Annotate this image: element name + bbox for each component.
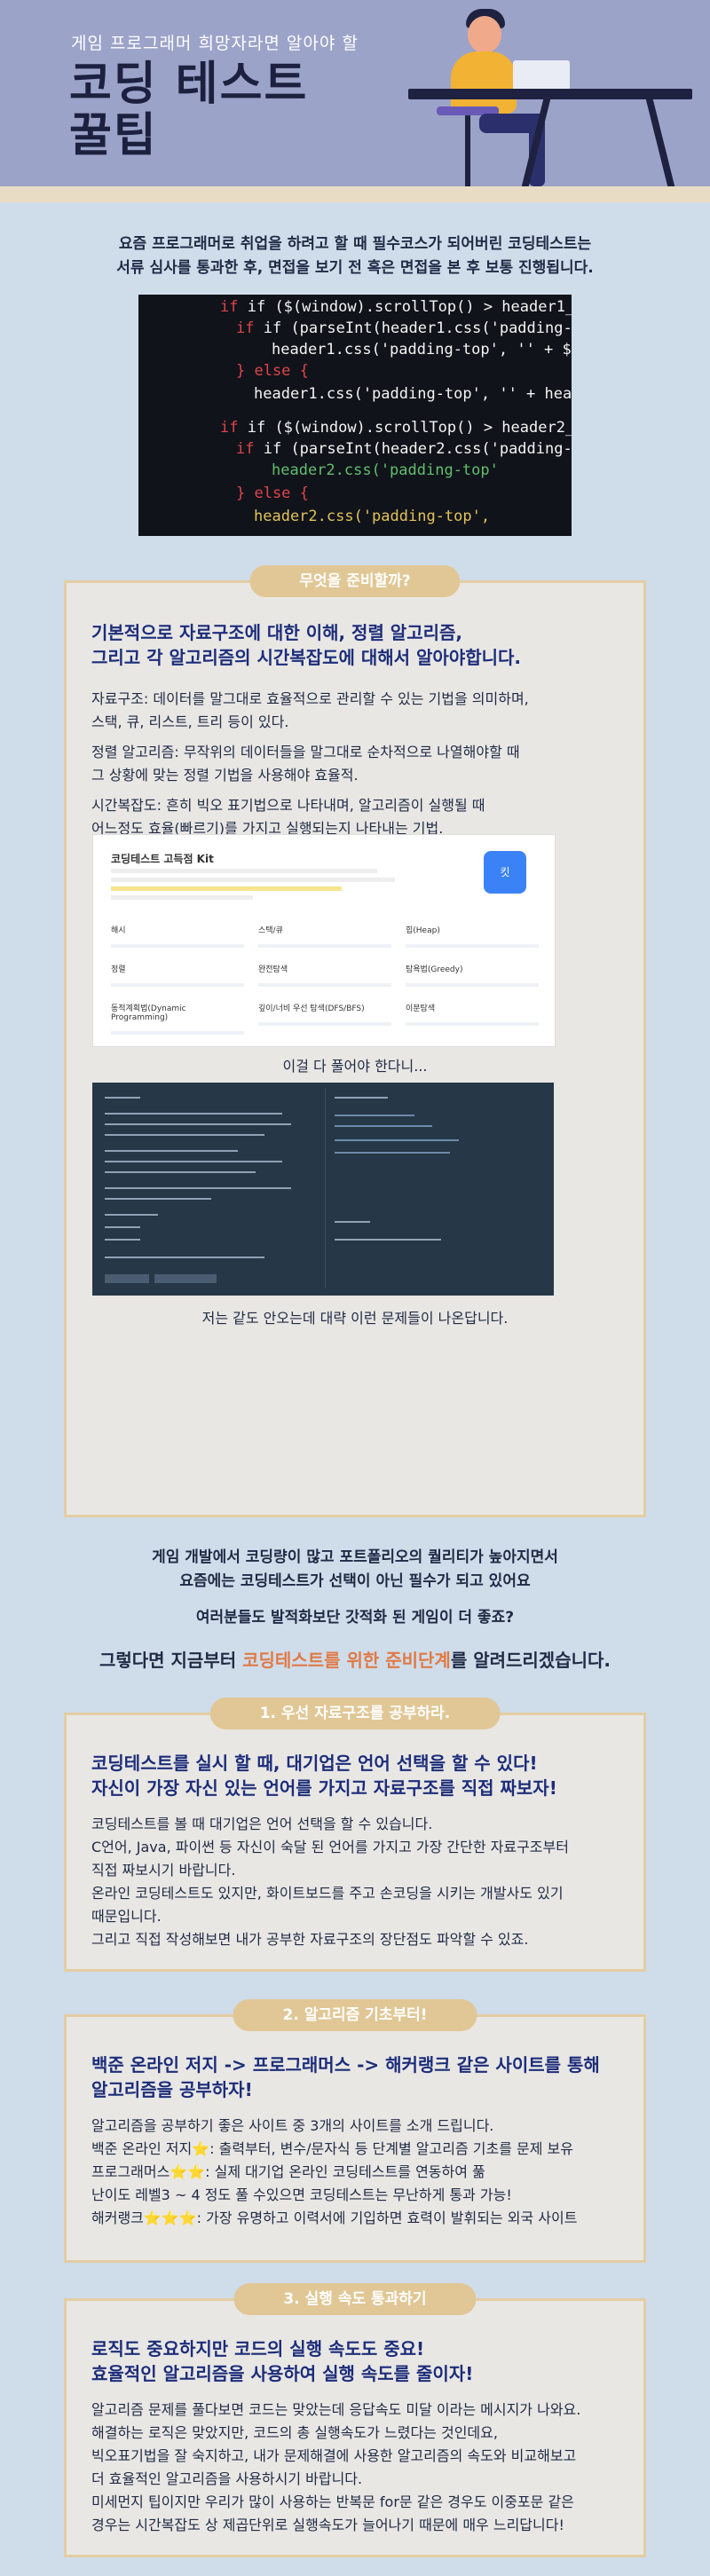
- kit-title: 코딩테스트 고득점 Kit: [111, 853, 214, 865]
- intro-line: 요즘 프로그래머로 취업을 하려고 할 때 필수코스가 되어버린 코딩테스트는: [118, 235, 592, 253]
- caption-problem: 저는 같도 안오는데 대략 이런 문제들이 나온답니다.: [201, 1310, 509, 1327]
- heading-line: 알고리즘을 공부하자!: [91, 2079, 253, 2100]
- card-step2-pill: 2. 알고리즘 기초부터!: [233, 1999, 477, 2031]
- middle-callout: 그렇다면 지금부터 코딩테스트를 위한 준비단계를 알려드리겠습니다.: [99, 1650, 611, 1671]
- code-line: if if ($(window).scrollTop() > header2_i…: [220, 419, 572, 437]
- body-line: 해커랭크⭐⭐⭐: 가장 유명하고 이력서에 기입하면 효력이 발휘되는 외국 사…: [91, 2210, 578, 2226]
- heading-line: 백준 온라인 저지 -> 프로그래머스 -> 해커랭크 같은 사이트를 통해: [91, 2054, 600, 2076]
- code-line: header1.css('padding-top', '' + $(window…: [272, 341, 572, 358]
- card-step1-heading: 코딩테스트를 실시 할 때, 대기업은 언어 선택을 할 수 있다! 자신이 가…: [91, 1751, 619, 1800]
- card-step1-body: 코딩테스트를 볼 때 대기업은 언어 선택을 할 수 있습니다. C언어, Ja…: [91, 1813, 619, 1951]
- code-line: header2.css('padding-top',: [254, 508, 491, 525]
- code-line: if if (parseInt(header1.css('padding-top…: [236, 319, 572, 337]
- code-line: header1.css('padding-top', '' + header1_…: [254, 385, 572, 403]
- body-line: 경우는 시간복잡도 상 제곱단위로 실행속도가 늘어나기 때문에 매우 느리답니…: [91, 2517, 564, 2533]
- code-line: header2.css('padding-top': [272, 461, 499, 479]
- kit-item[interactable]: 동적계획법(Dynamic Programming): [111, 1002, 244, 1050]
- body-line: 더 효율적인 알고리즘을 사용하시기 바랍니다.: [91, 2470, 363, 2487]
- highlight-text: 코딩테스트를 위한 준비단계: [242, 1650, 451, 1671]
- body-line: 알고리즘 문제를 풀다보면 코드는 맞았는데 응답속도 미달 이라는 메시지가 …: [91, 2401, 581, 2418]
- card-step2-heading: 백준 온라인 저지 -> 프로그래머스 -> 해커랭크 같은 사이트를 통해 알…: [91, 2052, 619, 2102]
- code-line: } else {: [236, 362, 309, 380]
- code-editor-pane[interactable]: [325, 1088, 548, 1288]
- paragraph-data-structure: 자료구조: 데이터를 말그대로 효율적으로 관리할 수 있는 기법을 의미하며,…: [91, 690, 529, 730]
- middle-line: 게임 개발에서 코딩량이 많고 포트폴리오의 퀄리티가 높아지면서: [152, 1548, 558, 1566]
- body-line: 알고리즘을 공부하기 좋은 사이트 중 3개의 사이트를 소개 드립니다.: [91, 2117, 494, 2134]
- body-line: 백준 온라인 저지⭐: 출력부터, 변수/문자식 등 단계별 알고리즘 기초를 …: [91, 2140, 573, 2157]
- person-head: [468, 16, 501, 53]
- body-line: 해결하는 로직은 맞았지만, 코드의 총 실행속도가 느렸다는 것인데요,: [91, 2424, 498, 2441]
- heading-line: 기본적으로 자료구조에 대한 이해, 정렬 알고리즘,: [91, 622, 463, 643]
- desk-leg: [645, 99, 675, 186]
- card-step3-heading: 로직도 중요하지만 코드의 실행 속도도 중요! 효율적인 알고리즘을 사용하여…: [91, 2336, 619, 2386]
- body-line: 직접 짜보시기 바랍니다.: [91, 1862, 236, 1879]
- heading-line: 그리고 각 알고리즘의 시간복잡도에 대해서 알아야합니다.: [91, 647, 522, 668]
- body-line: 빅오표기법을 잘 숙지하고, 내가 문제해결에 사용한 알고리즘의 속도와 비교…: [91, 2447, 577, 2464]
- middle-text: 게임 개발에서 코딩량이 많고 포트폴리오의 퀄리티가 높아지면서 요즘에는 코…: [0, 1546, 710, 1594]
- card-step1-pill: 1. 우선 자료구조를 공부하라.: [209, 1698, 501, 1729]
- card-step3-pill: 3. 실행 속도 통과하기: [233, 2283, 477, 2315]
- body-line: 코딩테스트를 볼 때 대기업은 언어 선택을 할 수 있습니다.: [91, 1816, 433, 1832]
- card-step3: 3. 실행 속도 통과하기 로직도 중요하지만 코드의 실행 속도도 중요! 효…: [64, 2283, 646, 2557]
- caption-kit: 이걸 다 풀어야 한다니...: [282, 1058, 428, 1075]
- hero-title: 코딩 테스트 꿀팁: [69, 59, 308, 161]
- hero-banner: 게임 프로그래머 희망자라면 알아야 할 코딩 테스트 꿀팁: [0, 0, 710, 186]
- card-step2-body: 알고리즘을 공부하기 좋은 사이트 중 3개의 사이트를 소개 드립니다. 백준…: [91, 2115, 619, 2230]
- body-line: C언어, Java, 파이썬 등 자신이 숙달 된 언어를 가지고 가장 간단한…: [91, 1839, 569, 1855]
- heading-line: 로직도 중요하지만 코드의 실행 속도도 중요!: [91, 2338, 425, 2359]
- code-line: } else {: [236, 484, 309, 502]
- kit-screenshot: 코딩테스트 고득점 Kit 킷 해시 스택/큐 힙(Heap) 정렬 완전탐색 …: [92, 834, 556, 1047]
- middle-question: 여러분들도 발적화보단 갓적화 된 게임이 더 좋죠?: [195, 1609, 515, 1627]
- code-line: if if (parseInt(header2.css('padding-top…: [236, 440, 572, 458]
- card-prep-body: 자료구조: 데이터를 말그대로 효율적으로 관리할 수 있는 기법을 의미하며,…: [91, 688, 619, 847]
- heading-line: 자신이 가장 자신 있는 언어를 가지고 자료구조를 직접 짜보자!: [91, 1777, 557, 1799]
- chair-leg: [465, 115, 470, 186]
- body-line: 그리고 직접 작성해보면 내가 공부한 자료구조의 장단점도 파악할 수 있죠.: [91, 1931, 529, 1948]
- hint-button[interactable]: [154, 1274, 217, 1283]
- question-button[interactable]: [105, 1274, 149, 1283]
- problem-screenshot: [92, 1083, 554, 1296]
- card-step2: 2. 알고리즘 기초부터! 백준 온라인 저지 -> 프로그래머스 -> 해커랭…: [64, 1999, 646, 2263]
- hero-bottom-strip: [0, 186, 710, 202]
- body-line: 때문입니다.: [91, 1908, 162, 1925]
- intro-line: 서류 심사를 통과한 후, 면접을 보기 전 혹은 면접을 본 후 보통 진행됩…: [116, 259, 594, 277]
- body-line: 프로그래머스⭐⭐: 실제 대기업 온라인 코딩테스트를 연동하여 풂: [91, 2163, 485, 2180]
- hero-title-line2: 꿀팁: [69, 109, 158, 162]
- person-body: [451, 51, 517, 114]
- hero-kicker: 게임 프로그래머 희망자라면 알아야 할: [71, 34, 359, 53]
- kit-logo: 킷: [484, 851, 526, 894]
- intro-text: 요즘 프로그래머로 취업을 하려고 할 때 필수코스가 되어버린 코딩테스트는 …: [0, 232, 710, 280]
- kit-item[interactable]: 이분탐색: [406, 1002, 539, 1050]
- card-step1: 1. 우선 자료구조를 공부하라. 코딩테스트를 실시 할 때, 대기업은 언어…: [64, 1698, 646, 1972]
- body-line: 난이도 레벨3 ~ 4 정도 풀 수있으면 코딩테스트는 무난하게 통과 가능!: [91, 2186, 512, 2203]
- heading-line: 효율적인 알고리즘을 사용하여 실행 속도를 줄이자!: [91, 2363, 474, 2384]
- hero-title-line1: 코딩 테스트: [69, 58, 309, 111]
- laptop-icon: [513, 60, 570, 91]
- body-line: 온라인 코딩테스트도 있지만, 화이트보드를 주고 손코딩을 시키는 개발사도 …: [91, 1885, 564, 1902]
- paragraph-sorting: 정렬 알고리즘: 무작위의 데이터들을 말그대로 순차적으로 나열해야할 때그 …: [91, 744, 520, 784]
- card-prep-pill: 무엇을 준비할까?: [249, 565, 461, 597]
- card-step3-body: 알고리즘 문제를 풀다보면 코드는 맞았는데 응답속도 미달 이라는 메시지가 …: [91, 2399, 619, 2537]
- kit-description: [111, 869, 413, 900]
- card-prep-heading: 기본적으로 자료구조에 대한 이해, 정렬 알고리즘, 그리고 각 알고리즘의 …: [91, 620, 619, 670]
- code-photo: if if ($(window).scrollTop() > header1_i…: [138, 295, 572, 536]
- desk: [408, 89, 692, 99]
- body-line: 미세먼지 팁이지만 우리가 많이 사용하는 반복문 for문 같은 경우도 이중…: [91, 2493, 574, 2510]
- problem-description-pane: [99, 1088, 309, 1288]
- middle-line: 요즘에는 코딩테스트가 선택이 아닌 필수가 되고 있어요: [179, 1572, 531, 1590]
- kit-item[interactable]: 깊이/너비 우선 탐색(DFS/BFS): [258, 1002, 391, 1050]
- code-line: if if ($(window).scrollTop() > header1_i…: [220, 298, 572, 316]
- heading-line: 코딩테스트를 실시 할 때, 대기업은 언어 선택을 할 수 있다!: [91, 1753, 538, 1774]
